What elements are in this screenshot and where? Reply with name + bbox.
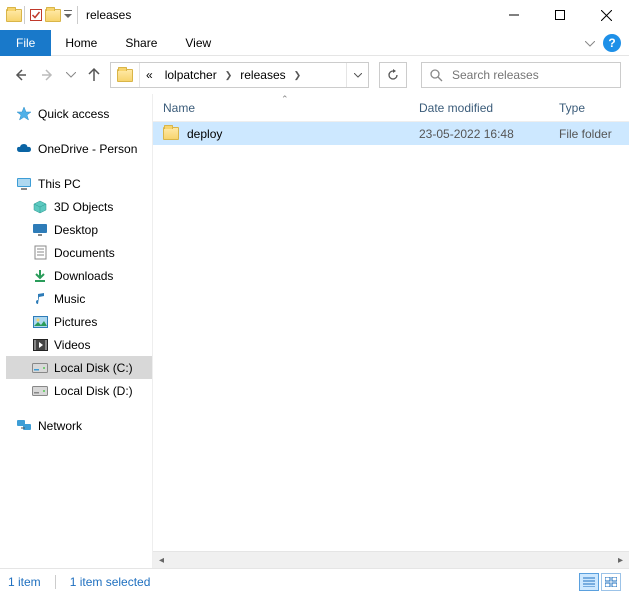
maximize-button[interactable] bbox=[537, 0, 583, 30]
address-history-button[interactable] bbox=[346, 63, 368, 87]
tree-label: Desktop bbox=[54, 223, 98, 237]
folder-icon bbox=[163, 126, 179, 142]
breadcrumb-lolpatcher[interactable]: lolpatcher bbox=[159, 63, 223, 87]
forward-button[interactable] bbox=[36, 63, 60, 87]
tree-this-pc[interactable]: This PC bbox=[6, 172, 152, 195]
file-list-pane: ⌃ Name Date modified Type deploy 23-05-2… bbox=[152, 94, 629, 568]
scroll-left-button[interactable]: ◂ bbox=[153, 552, 170, 569]
sort-indicator-icon: ⌃ bbox=[281, 94, 289, 105]
address-overflow[interactable]: « bbox=[140, 63, 159, 87]
tree-quick-access[interactable]: Quick access bbox=[6, 102, 152, 125]
share-tab[interactable]: Share bbox=[111, 30, 171, 56]
minimize-button[interactable] bbox=[491, 0, 537, 30]
refresh-button[interactable] bbox=[379, 62, 407, 88]
status-selected-count: 1 item selected bbox=[70, 575, 151, 589]
file-date: 23-05-2022 16:48 bbox=[409, 127, 549, 141]
thumbnails-view-button[interactable] bbox=[601, 573, 621, 591]
file-tab[interactable]: File bbox=[0, 30, 51, 56]
tree-label: OneDrive - Person bbox=[38, 142, 137, 156]
app-folder-icon bbox=[6, 7, 22, 23]
home-tab[interactable]: Home bbox=[51, 30, 111, 56]
tree-label: Documents bbox=[54, 246, 115, 260]
breadcrumb-releases[interactable]: releases bbox=[234, 63, 291, 87]
cube-icon bbox=[32, 199, 48, 215]
pictures-icon bbox=[32, 314, 48, 330]
file-row[interactable]: deploy 23-05-2022 16:48 File folder bbox=[153, 122, 629, 145]
network-icon bbox=[16, 418, 32, 434]
title-bar: releases bbox=[0, 0, 629, 30]
recent-locations-button[interactable] bbox=[64, 63, 78, 87]
status-bar: 1 item 1 item selected bbox=[0, 568, 629, 594]
qat-separator-2 bbox=[77, 6, 78, 24]
file-type: File folder bbox=[549, 127, 629, 141]
tree-onedrive[interactable]: OneDrive - Person bbox=[6, 137, 152, 160]
tree-music[interactable]: Music bbox=[6, 287, 152, 310]
cloud-icon bbox=[16, 141, 32, 157]
back-button[interactable] bbox=[8, 63, 32, 87]
view-tab[interactable]: View bbox=[171, 30, 225, 56]
downloads-icon bbox=[32, 268, 48, 284]
qat-separator bbox=[24, 6, 25, 24]
main-area: Quick access OneDrive - Person This PC 3… bbox=[0, 94, 629, 568]
navigation-bar: « lolpatcher ❯ releases ❯ bbox=[0, 56, 629, 94]
qat-properties-button[interactable] bbox=[27, 6, 45, 24]
expand-ribbon-button[interactable] bbox=[585, 36, 595, 50]
search-box[interactable] bbox=[421, 62, 621, 88]
tree-desktop[interactable]: Desktop bbox=[6, 218, 152, 241]
tree-label: This PC bbox=[38, 177, 81, 191]
qat-customize-button[interactable] bbox=[61, 6, 75, 24]
status-divider bbox=[55, 575, 56, 589]
music-icon bbox=[32, 291, 48, 307]
drive-icon bbox=[32, 383, 48, 399]
chevron-right-icon[interactable]: ❯ bbox=[292, 70, 304, 81]
qat-folder-button[interactable] bbox=[45, 7, 61, 23]
tree-label: Downloads bbox=[54, 269, 113, 283]
search-input[interactable] bbox=[450, 67, 614, 83]
column-headers: ⌃ Name Date modified Type bbox=[153, 94, 629, 122]
tree-label: Local Disk (C:) bbox=[54, 361, 133, 375]
pc-icon bbox=[16, 176, 32, 192]
tree-local-disk-d[interactable]: Local Disk (D:) bbox=[6, 379, 152, 402]
scroll-right-button[interactable]: ▸ bbox=[612, 552, 629, 569]
drive-icon bbox=[32, 360, 48, 376]
tree-videos[interactable]: Videos bbox=[6, 333, 152, 356]
tree-local-disk-c[interactable]: Local Disk (C:) bbox=[6, 356, 152, 379]
window-controls bbox=[491, 0, 629, 30]
navigation-pane[interactable]: Quick access OneDrive - Person This PC 3… bbox=[0, 94, 152, 568]
search-icon bbox=[428, 67, 444, 83]
chevron-right-icon[interactable]: ❯ bbox=[223, 70, 235, 81]
help-button[interactable]: ? bbox=[603, 34, 621, 52]
tree-network[interactable]: Network bbox=[6, 414, 152, 437]
file-rows[interactable]: deploy 23-05-2022 16:48 File folder bbox=[153, 122, 629, 551]
address-folder-icon[interactable] bbox=[111, 63, 140, 87]
tree-downloads[interactable]: Downloads bbox=[6, 264, 152, 287]
documents-icon bbox=[32, 245, 48, 261]
tree-label: 3D Objects bbox=[54, 200, 113, 214]
tree-label: Videos bbox=[54, 338, 90, 352]
tree-3d-objects[interactable]: 3D Objects bbox=[6, 195, 152, 218]
star-icon bbox=[16, 106, 32, 122]
window-title: releases bbox=[80, 8, 131, 22]
desktop-icon bbox=[32, 222, 48, 238]
tree-documents[interactable]: Documents bbox=[6, 241, 152, 264]
videos-icon bbox=[32, 337, 48, 353]
horizontal-scrollbar[interactable]: ◂ ▸ bbox=[153, 551, 629, 568]
quick-access-toolbar bbox=[0, 6, 80, 24]
close-button[interactable] bbox=[583, 0, 629, 30]
tree-label: Quick access bbox=[38, 107, 109, 121]
tree-label: Music bbox=[54, 292, 85, 306]
tree-label: Local Disk (D:) bbox=[54, 384, 133, 398]
tree-pictures[interactable]: Pictures bbox=[6, 310, 152, 333]
up-button[interactable] bbox=[82, 63, 106, 87]
column-date[interactable]: Date modified bbox=[409, 101, 549, 115]
file-name: deploy bbox=[187, 127, 222, 141]
ribbon-tabs: File Home Share View ? bbox=[0, 30, 629, 56]
tree-label: Pictures bbox=[54, 315, 97, 329]
details-view-button[interactable] bbox=[579, 573, 599, 591]
column-type[interactable]: Type bbox=[549, 101, 629, 115]
tree-label: Network bbox=[38, 419, 82, 433]
status-item-count: 1 item bbox=[8, 575, 41, 589]
address-bar[interactable]: « lolpatcher ❯ releases ❯ bbox=[110, 62, 369, 88]
